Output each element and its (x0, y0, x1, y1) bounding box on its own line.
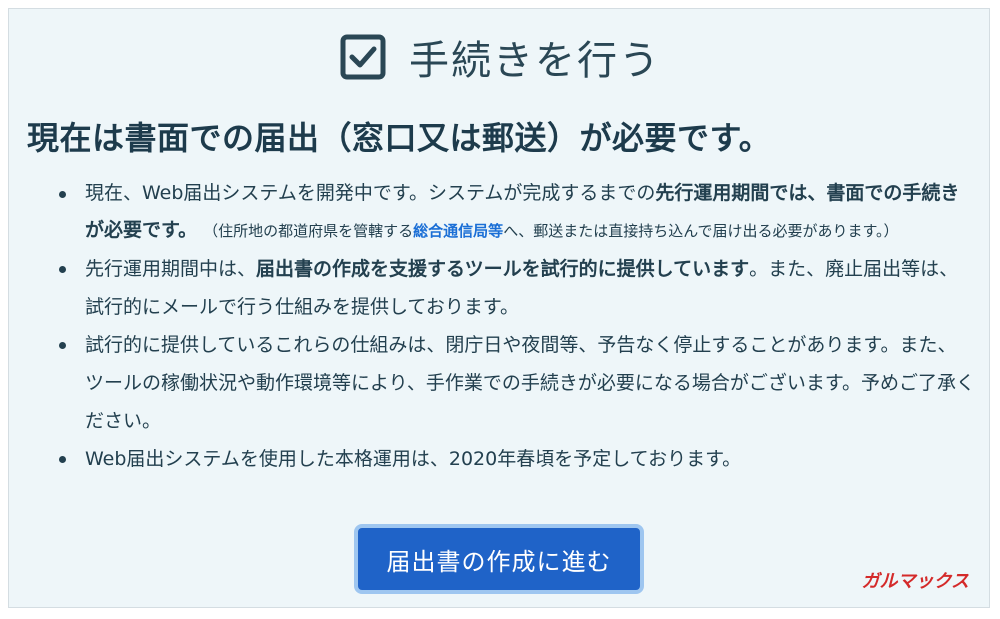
title-row: 手続きを行う (9, 25, 991, 89)
item-emphasis: 届出書の作成を支援するツールを試行的に提供しています (256, 258, 750, 280)
item-text: 現在、Web届出システムを開発中です。システムが完成するまでの (85, 182, 656, 204)
list-item: 先行運用期間中は、届出書の作成を支援するツールを試行的に提供しています。また、廃… (55, 250, 975, 326)
create-notification-button[interactable]: 届出書の作成に進む (354, 524, 644, 594)
checkbox-checked-icon (340, 34, 386, 80)
list-item: 試行的に提供しているこれらの仕組みは、閉庁日や夜間等、予告なく停止することがあり… (55, 326, 975, 440)
content-panel: 手続きを行う 現在は書面での届出（窓口又は郵送）が必要です。 現在、Web届出シ… (8, 8, 990, 608)
regional-bureau-link[interactable]: 総合通信局等 (413, 222, 503, 240)
item-text: Web届出システムを使用した本格運用は、2020年春頃を予定しております。 (85, 448, 742, 470)
notice-heading: 現在は書面での届出（窓口又は郵送）が必要です。 (27, 119, 772, 157)
notice-list: 現在、Web届出システムを開発中です。システムが完成するまでの先行運用期間では、… (55, 175, 975, 478)
list-item: 現在、Web届出システムを開発中です。システムが完成するまでの先行運用期間では、… (55, 175, 975, 250)
item-text: 先行運用期間中は、 (85, 258, 257, 280)
page-title: 手続きを行う (409, 38, 661, 84)
watermark-text: ガルマックス (862, 571, 969, 592)
item-text: 試行的に提供しているこれらの仕組みは、閉庁日や夜間等、予告なく停止することがあり… (85, 334, 975, 432)
item-note-prefix: （住所地の都道府県を管轄する (203, 222, 414, 240)
item-note-suffix: へ、郵送または直接持ち込んで届け出る必要があります。） (503, 222, 899, 240)
list-item: Web届出システムを使用した本格運用は、2020年春頃を予定しております。 (55, 440, 975, 478)
site-watermark-logo: ガルマックス (862, 571, 969, 592)
